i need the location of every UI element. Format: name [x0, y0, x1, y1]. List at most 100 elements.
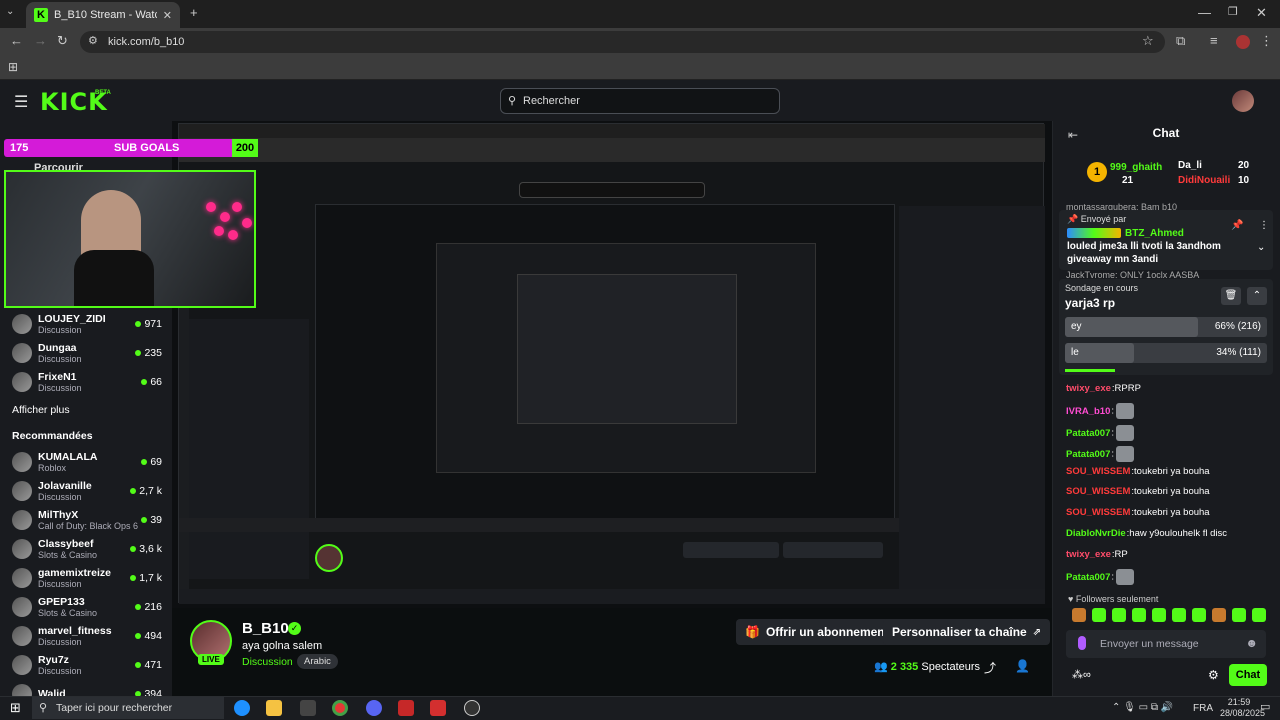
reload-icon[interactable]: ↻ [57, 33, 68, 49]
chat-username[interactable]: Patata007 [1066, 572, 1110, 583]
emote-icon[interactable] [1232, 608, 1246, 622]
sidebar-channel-item[interactable]: LOUJEY_ZIDI Discussion 971 [12, 310, 162, 338]
edge-icon[interactable] [234, 700, 250, 716]
hamburger-menu-icon[interactable]: ☰ [14, 92, 28, 112]
new-tab-icon[interactable]: + [190, 5, 198, 20]
pinned-expand-icon[interactable]: ⌄ [1257, 242, 1265, 253]
taskbar-search-input[interactable]: ⚲ Taper ici pour rechercher [32, 697, 224, 719]
tab-close-icon[interactable]: ✕ [163, 9, 172, 22]
url-input[interactable]: ⚙ kick.com/b_b10 [80, 31, 1165, 53]
emote-icon[interactable] [1112, 608, 1126, 622]
sidebar-channel-item[interactable]: gamemixtreize Discussion 1,7 k [12, 564, 162, 592]
live-badge: LIVE [198, 654, 224, 665]
leader-1-count: 21 [1122, 175, 1134, 186]
sidebar-channel-item[interactable]: Jolavanille Discussion 2,7 k [12, 477, 162, 505]
chrome-icon[interactable] [332, 700, 348, 716]
discord-icon[interactable] [366, 700, 382, 716]
chat-username[interactable]: twixy_exe [1066, 549, 1111, 560]
minimize-icon[interactable]: — [1198, 5, 1211, 20]
chat-message: SOU_WISSEM:toukebri ya bouha [1066, 507, 1210, 518]
user-avatar[interactable] [1232, 90, 1254, 112]
pinned-more-icon[interactable]: ⋮ [1259, 220, 1269, 231]
poll-delete-icon[interactable]: 🗑 [1221, 287, 1241, 305]
chat-message-input[interactable]: Envoyer un message ☻ [1066, 630, 1266, 658]
emote-icon[interactable] [1152, 608, 1166, 622]
poll-option-ey[interactable]: ey 66% (216) [1065, 317, 1267, 337]
emote-icon[interactable] [1072, 608, 1086, 622]
emoji-icon[interactable]: ☻ [1245, 636, 1258, 650]
customize-label: Personnaliser ta chaîne [892, 625, 1027, 639]
leader-3-name[interactable]: DidiNouaili [1178, 175, 1230, 186]
emote-picker-icon[interactable]: ⁂∞ [1072, 668, 1091, 681]
streamer-name[interactable]: B_B10 [242, 620, 289, 637]
unpin-icon[interactable]: 📌 [1231, 220, 1243, 231]
leader-1-name[interactable]: 999_ghaith [1110, 162, 1162, 173]
store-icon[interactable] [300, 700, 316, 716]
sidebar-channel-item[interactable]: KUMALALA Roblox 69 [12, 448, 162, 476]
stream-category[interactable]: Discussion [242, 656, 293, 668]
chat-settings-icon[interactable]: ⚙ [1208, 668, 1219, 682]
chat-username[interactable]: Patata007 [1066, 449, 1110, 460]
chat-username[interactable]: SOU_WISSEM [1066, 466, 1130, 477]
chat-username[interactable]: IVRA_b10 [1066, 406, 1110, 417]
emote-icon[interactable] [1132, 608, 1146, 622]
chrome-menu-icon[interactable]: ⋮ [1260, 33, 1273, 49]
emote-icon[interactable] [1172, 608, 1186, 622]
chat-username[interactable]: DiabloNvrDie [1066, 528, 1126, 539]
windows-start-icon[interactable]: ⊞ [10, 700, 21, 716]
sidebar-channel-item[interactable]: marvel_fitness Discussion 494 [12, 622, 162, 650]
share-icon[interactable]: ⤴ [984, 659, 996, 676]
emote-icon[interactable] [1212, 608, 1226, 622]
extensions-icon[interactable]: ⧉ [1176, 33, 1185, 49]
sidebar-channel-item[interactable]: MilThyX Call of Duty: Black Ops 6 39 [12, 506, 162, 534]
sidebar-channel-item[interactable]: GPEP133 Slots & Casino 216 [12, 593, 162, 621]
restore-icon[interactable]: ❐ [1228, 5, 1238, 18]
search-input[interactable]: ⚲ Rechercher [500, 88, 780, 114]
search-placeholder: Rechercher [523, 95, 580, 107]
tab-list-icon[interactable]: ⌄ [6, 6, 14, 17]
sidebar-channel-item[interactable]: Ryu7z Discussion 471 [12, 651, 162, 679]
stream-language-tag[interactable]: Arabic [297, 654, 338, 669]
chat-send-button[interactable]: Chat [1229, 664, 1267, 686]
app-icon-2[interactable] [430, 700, 446, 716]
forward-icon[interactable]: → [34, 33, 47, 48]
app-icon[interactable] [398, 700, 414, 716]
poll-option-le[interactable]: le 34% (111) [1065, 343, 1267, 363]
microphone-icon[interactable] [1078, 636, 1086, 650]
url-text: kick.com/b_b10 [108, 36, 185, 48]
bookmark-star-icon[interactable]: ☆ [1142, 33, 1154, 49]
chat-username[interactable]: SOU_WISSEM [1066, 507, 1130, 518]
sidebar-channel-item[interactable]: Classybeef Slots & Casino 3,6 k [12, 535, 162, 563]
chat-username[interactable]: SOU_WISSEM [1066, 486, 1130, 497]
subscribe-button[interactable]: 🎁 Offrir un abonnement [736, 619, 898, 645]
profile-icon[interactable] [1236, 35, 1250, 49]
show-more-link[interactable]: Afficher plus [12, 404, 70, 416]
emote-icon[interactable] [1252, 608, 1266, 622]
tray-time[interactable]: 21:59 [1224, 697, 1254, 707]
poll-collapse-icon[interactable]: ⌃ [1247, 287, 1267, 305]
captured-avatar [315, 544, 343, 572]
emote-icon[interactable] [1192, 608, 1206, 622]
file-explorer-icon[interactable] [266, 700, 282, 716]
site-info-icon[interactable]: ⚙ [88, 34, 98, 47]
emote-icon[interactable] [1092, 608, 1106, 622]
notifications-icon[interactable]: ▭ [1260, 700, 1270, 713]
sidebar-channel-item[interactable]: Dungaa Discussion 235 [12, 339, 162, 367]
browser-tab[interactable]: K B_B10 Stream - Watch Live on K ✕ [26, 2, 180, 28]
sidebar-channel-item[interactable]: FrixeN1 Discussion 66 [12, 368, 162, 396]
leader-2-name[interactable]: Da_li [1178, 160, 1202, 171]
chat-username[interactable]: twixy_exe [1066, 383, 1111, 394]
follow-user-icon[interactable]: 👤 [1015, 659, 1030, 673]
apps-grid-icon[interactable]: ⊞ [8, 60, 18, 74]
chat-username[interactable]: Patata007 [1066, 428, 1110, 439]
tray-icons[interactable]: ⌃ 🎙 ▭ ⧉ 🔊 [1112, 702, 1173, 713]
pinned-user[interactable]: BTZ_Ahmed [1125, 228, 1184, 239]
customize-channel-button[interactable]: Personnaliser ta chaîne ⇗ [883, 619, 1051, 645]
app-icon-3[interactable] [464, 700, 480, 716]
back-icon[interactable]: ← [10, 33, 23, 48]
video-player[interactable] [172, 121, 1052, 608]
tray-date[interactable]: 28/08/2025 [1220, 708, 1265, 718]
tray-language[interactable]: FRA [1193, 703, 1213, 714]
media-icon[interactable]: ≡ [1210, 33, 1218, 48]
window-close-icon[interactable]: ✕ [1256, 5, 1267, 21]
